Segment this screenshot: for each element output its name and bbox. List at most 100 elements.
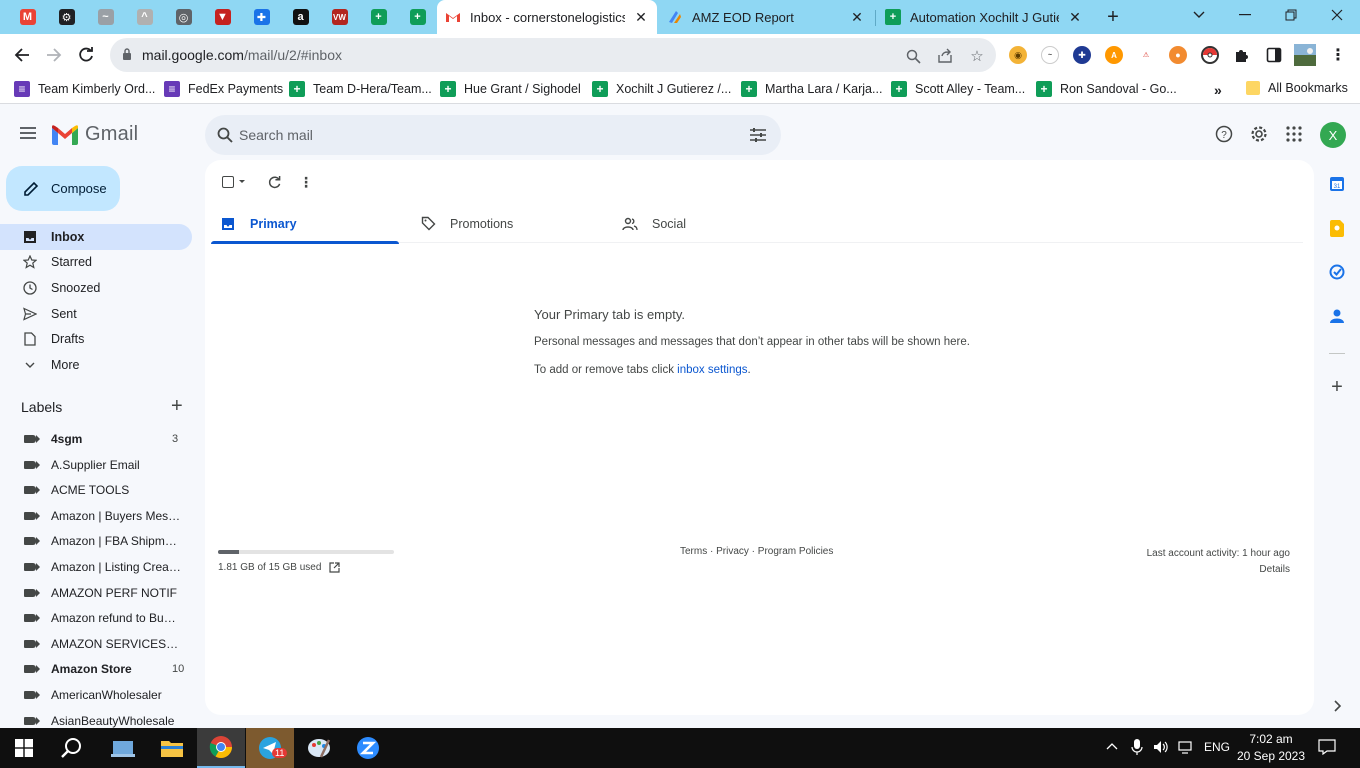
side-panel-icon[interactable] bbox=[1265, 46, 1283, 64]
openai-pinned-tab[interactable]: ⚙ bbox=[47, 0, 86, 34]
extension-icon-2[interactable]: ~ bbox=[1041, 46, 1059, 64]
extension-icon-6[interactable]: ● bbox=[1169, 46, 1187, 64]
contacts-icon[interactable] bbox=[1328, 307, 1346, 325]
tab-promotions[interactable]: Promotions bbox=[411, 204, 611, 243]
create-label-icon[interactable]: + bbox=[171, 395, 183, 418]
search-input[interactable] bbox=[239, 115, 739, 155]
help-icon[interactable]: ? bbox=[1213, 123, 1235, 145]
extension-icon-4[interactable]: A bbox=[1105, 46, 1123, 64]
paint-taskbar-icon[interactable] bbox=[295, 728, 343, 768]
tab-inbox[interactable]: Inbox - cornerstonelogisticsll ✕ bbox=[437, 0, 657, 34]
profile-avatar-icon[interactable] bbox=[1294, 44, 1316, 66]
more-bookmarks-icon[interactable]: » bbox=[1214, 82, 1222, 98]
nav-item-drafts[interactable]: Drafts bbox=[0, 326, 192, 352]
hide-side-panel-icon[interactable] bbox=[1328, 697, 1346, 715]
browser-menu-icon[interactable]: ⋮ bbox=[1329, 46, 1347, 64]
tab-social[interactable]: Social bbox=[613, 204, 813, 243]
bookmark-item[interactable]: + Scott Alley - Team... bbox=[891, 81, 1025, 97]
vw-pinned-tab[interactable]: VW bbox=[320, 0, 359, 34]
ext-pinned-tab-3[interactable]: ▼ bbox=[203, 0, 242, 34]
close-window-button[interactable] bbox=[1314, 0, 1360, 30]
extension-icon-3[interactable]: ✚ bbox=[1073, 46, 1091, 64]
restore-button[interactable] bbox=[1268, 0, 1314, 30]
sheets-pinned-tab-2[interactable]: + bbox=[398, 0, 437, 34]
open-external-icon[interactable] bbox=[329, 562, 341, 573]
select-all-checkbox[interactable] bbox=[220, 172, 248, 192]
label-item[interactable]: Amazon | Buyers Messa... bbox=[0, 503, 192, 529]
get-addons-icon[interactable]: + bbox=[1328, 376, 1346, 398]
compose-button[interactable]: Compose bbox=[6, 166, 120, 211]
file-explorer-icon[interactable] bbox=[148, 728, 196, 768]
chrome-taskbar-icon[interactable] bbox=[197, 728, 245, 768]
tab-amz-eod[interactable]: AMZ EOD Report ✕ bbox=[659, 0, 873, 34]
settings-gear-icon[interactable] bbox=[1248, 123, 1270, 145]
bookmark-item[interactable]: + Xochilt J Gutierez /... bbox=[592, 81, 731, 97]
nav-item-sent[interactable]: Sent bbox=[0, 301, 192, 327]
amazon-pinned-tab[interactable]: a bbox=[281, 0, 320, 34]
label-item[interactable]: AmericanWholesaler bbox=[0, 682, 192, 708]
label-item[interactable]: Amazon refund to Buyers bbox=[0, 605, 192, 631]
label-item[interactable]: AMAZON SERVICES/PAY... bbox=[0, 631, 192, 657]
taskbar-search-icon[interactable] bbox=[48, 728, 96, 768]
telegram-taskbar-icon[interactable]: 11 bbox=[246, 728, 294, 768]
reload-button[interactable] bbox=[70, 39, 102, 71]
tab-search-icon[interactable] bbox=[1176, 0, 1222, 30]
system-clock[interactable]: 7:02 am 20 Sep 2023 bbox=[1236, 731, 1306, 765]
address-bar[interactable]: mail.google.com/mail/u/2/#inbox ☆ bbox=[110, 38, 996, 72]
show-hidden-icons[interactable] bbox=[1106, 739, 1118, 753]
bookmark-item[interactable]: + Martha Lara / Karja... bbox=[741, 81, 882, 97]
all-bookmarks-folder[interactable]: All Bookmarks bbox=[1246, 81, 1348, 95]
tab-primary[interactable]: Primary bbox=[211, 204, 399, 244]
extension-icon-5[interactable]: ⚠ bbox=[1137, 46, 1155, 64]
calendar-icon[interactable]: 31 bbox=[1328, 175, 1346, 193]
label-item[interactable]: Amazon Store 10 bbox=[0, 656, 192, 682]
lock-icon[interactable] bbox=[122, 48, 132, 60]
forward-button[interactable] bbox=[38, 39, 70, 71]
bookmark-item[interactable]: ≡ FedEx Payments bbox=[164, 81, 283, 97]
new-tab-button[interactable]: + bbox=[1090, 2, 1136, 32]
bookmark-item[interactable]: ≡ Team Kimberly Ord... bbox=[14, 81, 155, 97]
tasks-icon[interactable] bbox=[1328, 263, 1346, 281]
account-avatar[interactable]: X bbox=[1320, 122, 1346, 148]
close-tab-icon[interactable]: ✕ bbox=[633, 9, 649, 26]
tab-automation[interactable]: + Automation Xochilt J Gutierre ✕ bbox=[877, 0, 1091, 34]
nav-item-inbox[interactable]: Inbox bbox=[0, 224, 192, 250]
gmail-logo[interactable]: Gmail bbox=[52, 123, 138, 146]
bookmark-item[interactable]: + Ron Sandoval - Go... bbox=[1036, 81, 1177, 97]
footer-links[interactable]: Terms · Privacy · Program Policies bbox=[680, 546, 833, 557]
pokeball-extension-icon[interactable] bbox=[1201, 46, 1219, 64]
ext-pinned-tab-2[interactable]: ^ bbox=[125, 0, 164, 34]
extensions-puzzle-icon[interactable] bbox=[1233, 46, 1251, 64]
search-icon[interactable] bbox=[217, 127, 233, 143]
ext-pinned-tab-1[interactable]: ~ bbox=[86, 0, 125, 34]
label-item[interactable]: ACME TOOLS bbox=[0, 477, 192, 503]
nav-item-snoozed[interactable]: Snoozed bbox=[0, 275, 192, 301]
zoom-icon[interactable] bbox=[904, 47, 922, 65]
bookmark-item[interactable]: + Hue Grant / Sighodel bbox=[440, 81, 581, 97]
ext-pinned-tab-4[interactable]: ✚ bbox=[242, 0, 281, 34]
label-item[interactable]: AMAZON PERF NOTIF bbox=[0, 580, 192, 606]
notifications-icon[interactable] bbox=[1318, 739, 1336, 758]
apps-grid-icon[interactable] bbox=[1283, 123, 1305, 145]
close-tab-icon[interactable]: ✕ bbox=[1067, 9, 1083, 26]
close-tab-icon[interactable]: ✕ bbox=[849, 9, 865, 26]
label-item[interactable]: Amazon | Listing Created bbox=[0, 554, 192, 580]
task-view-icon[interactable] bbox=[99, 728, 147, 768]
label-item[interactable]: 4sgm 3 bbox=[0, 426, 192, 452]
zoom-taskbar-icon[interactable] bbox=[344, 728, 392, 768]
main-menu-icon[interactable] bbox=[14, 119, 42, 147]
network-icon[interactable] bbox=[1178, 740, 1194, 757]
sheets-pinned-tab-1[interactable]: + bbox=[359, 0, 398, 34]
minimize-button[interactable] bbox=[1222, 0, 1268, 30]
keep-icon[interactable] bbox=[1328, 219, 1346, 237]
volume-icon[interactable] bbox=[1153, 740, 1169, 757]
label-item[interactable]: A.Supplier Email bbox=[0, 452, 192, 478]
gmail-pinned-tab[interactable]: M bbox=[8, 0, 47, 34]
more-actions-icon[interactable]: ⋮ bbox=[297, 172, 315, 192]
back-button[interactable] bbox=[6, 39, 38, 71]
search-bar[interactable] bbox=[205, 115, 781, 155]
language-indicator[interactable]: ENG bbox=[1204, 740, 1230, 754]
search-options-icon[interactable] bbox=[749, 126, 767, 144]
windows-start-icon[interactable] bbox=[0, 728, 48, 768]
details-link[interactable]: Details bbox=[1147, 562, 1290, 578]
